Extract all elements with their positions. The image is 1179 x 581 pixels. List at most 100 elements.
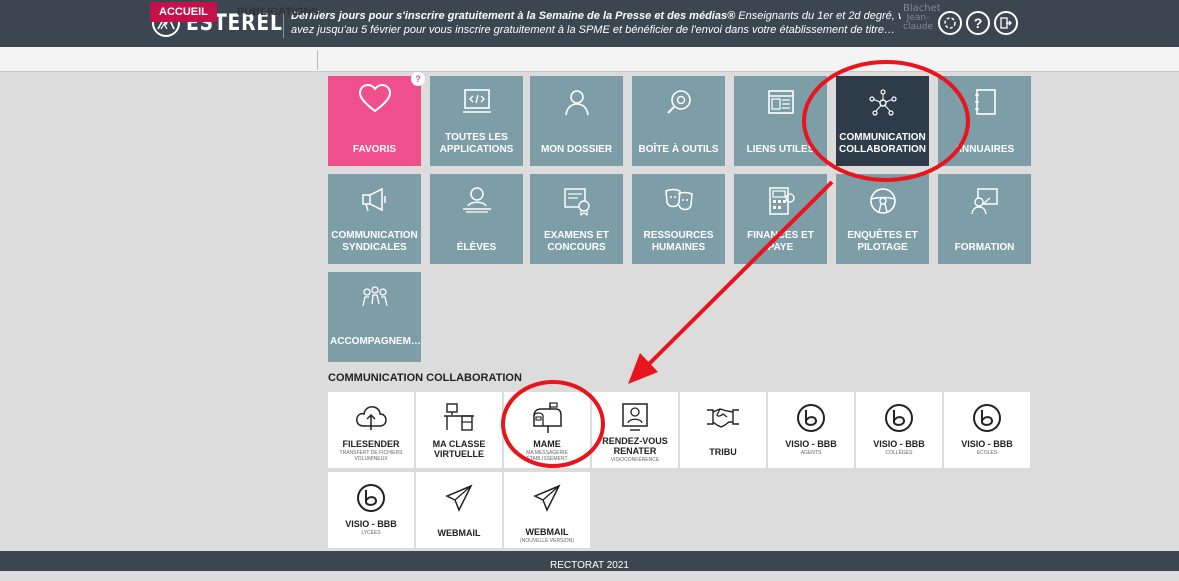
app-visio-bbb-ecoles[interactable]: VISIO - BBB ÉCOLES xyxy=(944,392,1030,468)
tile-label: BOÎTE À OUTILS xyxy=(638,144,719,155)
logout-icon[interactable] xyxy=(994,11,1018,35)
help-icon[interactable]: ? xyxy=(966,11,990,35)
app-label: MAME MA MESSAGERIE ÉTABLISSEMENT xyxy=(506,439,588,462)
app-webmail[interactable]: WEBMAIL xyxy=(416,472,502,548)
app-visio-bbb-colleges[interactable]: VISIO - BBB COLLÈGES xyxy=(856,392,942,468)
tile-finances-paye[interactable]: FINANCES ET PAYE xyxy=(734,174,827,264)
bbb-logo-icon xyxy=(944,402,1030,434)
tile-enquetes-pilotage[interactable]: ENQUÊTES ET PILOTAGE xyxy=(836,174,929,264)
app-label: TRIBU xyxy=(682,447,764,458)
tile-label: FINANCES ET PAYE xyxy=(747,230,814,253)
tile-label: ÉLÈVES xyxy=(456,242,497,253)
tile-label: ANNUAIRES xyxy=(954,144,1015,155)
news-text-1: Enseignants du 1er et 2d degré, vous xyxy=(738,10,901,22)
tile-label: FAVORIS xyxy=(352,144,397,155)
news-title: Derniers jours pour s'inscrire gratuitem… xyxy=(291,10,736,22)
app-name: WEBMAIL xyxy=(525,527,569,537)
app-rendez-vous-renater[interactable]: RENDEZ-VOUS RENATER VISIOCONFÉRENCE xyxy=(592,392,678,468)
steering-wheel-icon xyxy=(836,186,929,216)
tile-favoris[interactable]: ? FAVORIS xyxy=(328,72,425,166)
tile-boite-a-outils[interactable]: BOÎTE À OUTILS xyxy=(632,76,725,166)
tile-label: COMMUNICATION COLLABORATION xyxy=(838,132,927,155)
tile-label: EXAMENS ET CONCOURS xyxy=(543,230,609,253)
app-name: WEBMAIL xyxy=(437,528,481,538)
footer-text: RECTORAT 2021 xyxy=(550,560,629,571)
certificate-icon xyxy=(530,186,623,216)
app-subtitle: ÉCOLES xyxy=(976,450,998,456)
user-outline-icon xyxy=(530,88,623,116)
app-name: VISIO - BBB xyxy=(785,439,837,449)
app-filesender[interactable]: FILESENDER TRANSFERT DE FICHIERS VOLUMINE… xyxy=(328,392,414,468)
app-subtitle: COLLÈGES xyxy=(885,450,913,456)
app-ma-classe-virtuelle[interactable]: MA CLASSE VIRTUELLE xyxy=(416,392,502,468)
tile-toutes-applications[interactable]: TOUTES LES APPLICATIONS xyxy=(430,76,523,166)
news-ticker[interactable]: Derniers jours pour s'inscrire gratuitem… xyxy=(291,9,901,37)
app-name: FILESENDER xyxy=(342,439,400,449)
teacher-board-icon xyxy=(938,186,1031,216)
handshake-icon xyxy=(680,402,766,432)
app-label: VISIO - BBB COLLÈGES xyxy=(858,439,940,456)
tile-label: FORMATION xyxy=(954,242,1015,253)
tile-label: TOUTES LES APPLICATIONS xyxy=(439,132,514,155)
calculator-icon xyxy=(734,186,827,216)
tile-formation[interactable]: FORMATION xyxy=(938,174,1031,264)
annotation-arrow-head xyxy=(628,353,658,384)
tile-examens-concours[interactable]: EXAMENS ET CONCOURS xyxy=(530,174,623,264)
app-name: VISIO - BBB xyxy=(345,519,397,529)
loading-icon[interactable] xyxy=(938,11,962,35)
app-subtitle: AGENTS xyxy=(800,450,822,456)
tile-eleves[interactable]: ÉLÈVES xyxy=(430,174,523,264)
app-label: FILESENDER TRANSFERT DE FICHIERS VOLUMINE… xyxy=(330,439,412,462)
tile-label: LIENS UTILES xyxy=(746,144,815,155)
tile-ressources-humaines[interactable]: RESSOURCES HUMAINES xyxy=(632,174,725,264)
app-subtitle: LYCÉES xyxy=(361,530,381,536)
tile-liens-utiles[interactable]: LIENS UTILES xyxy=(734,76,827,166)
desk-icon xyxy=(416,402,502,434)
tile-label: ACCOMPAGNEM… xyxy=(330,336,421,347)
app-label: VISIO - BBB ÉCOLES xyxy=(946,439,1028,456)
app-subtitle: MA MESSAGERIE ÉTABLISSEMENT xyxy=(526,450,568,462)
tile-communication-collaboration[interactable]: COMMUNICATION COLLABORATION xyxy=(836,76,929,166)
app-name: MA CLASSE VIRTUELLE xyxy=(432,439,486,459)
network-icon xyxy=(836,88,929,118)
user-name[interactable]: Blachet Jean-claude xyxy=(903,4,941,32)
app-label: VISIO - BBB LYCÉES xyxy=(330,519,412,536)
app-label: WEBMAIL (NOUVELLE VERSION) xyxy=(506,527,588,544)
app-webmail-nouvelle-version[interactable]: WEBMAIL (NOUVELLE VERSION) xyxy=(504,472,590,548)
paper-plane-icon xyxy=(416,482,502,514)
paper-plane-icon xyxy=(504,482,590,514)
heart-icon xyxy=(328,84,421,114)
cloud-upload-icon xyxy=(328,402,414,432)
bbb-logo-icon xyxy=(768,402,854,434)
app-name: MAME xyxy=(533,439,561,449)
tile-label: MON DOSSIER xyxy=(540,144,613,155)
app-name: VISIO - BBB xyxy=(961,439,1013,449)
nav-bar xyxy=(0,47,1179,72)
browser-window-icon xyxy=(734,88,827,116)
bbb-logo-icon xyxy=(328,482,414,514)
mailbox-icon xyxy=(504,402,590,434)
nav-tab-publications[interactable]: PUBLICATIONS xyxy=(237,2,319,22)
bbb-logo-icon xyxy=(856,402,942,434)
app-visio-bbb-lycees[interactable]: VISIO - BBB LYCÉES xyxy=(328,472,414,548)
app-label: VISIO - BBB AGENTS xyxy=(770,439,852,456)
video-meeting-icon xyxy=(592,402,678,434)
student-icon xyxy=(430,186,523,214)
app-tribu[interactable]: TRIBU xyxy=(680,392,766,468)
address-book-icon xyxy=(938,88,1031,116)
tile-communication-syndicales[interactable]: COMMUNICATION SYNDICALES xyxy=(328,174,421,264)
masks-icon xyxy=(632,186,725,214)
app-visio-bbb-agents[interactable]: VISIO - BBB AGENTS xyxy=(768,392,854,468)
app-name: TRIBU xyxy=(709,447,737,457)
tile-label: RESSOURCES HUMAINES xyxy=(643,230,714,253)
app-label: WEBMAIL xyxy=(418,528,500,539)
megaphone-icon xyxy=(328,186,421,214)
tile-annuaires[interactable]: ANNUAIRES xyxy=(938,76,1031,166)
nav-tab-accueil[interactable]: ACCUEIL xyxy=(150,2,217,22)
tile-accompagnement[interactable]: ACCOMPAGNEM… xyxy=(328,272,421,362)
app-subtitle: VISIOCONFÉRENCE xyxy=(610,457,660,463)
app-mame[interactable]: MAME MA MESSAGERIE ÉTABLISSEMENT xyxy=(504,392,590,468)
app-label: MA CLASSE VIRTUELLE xyxy=(418,439,500,460)
news-text-2: avez jusqu'au 5 février pour vous inscri… xyxy=(291,24,896,36)
tile-mon-dossier[interactable]: MON DOSSIER xyxy=(530,76,623,166)
